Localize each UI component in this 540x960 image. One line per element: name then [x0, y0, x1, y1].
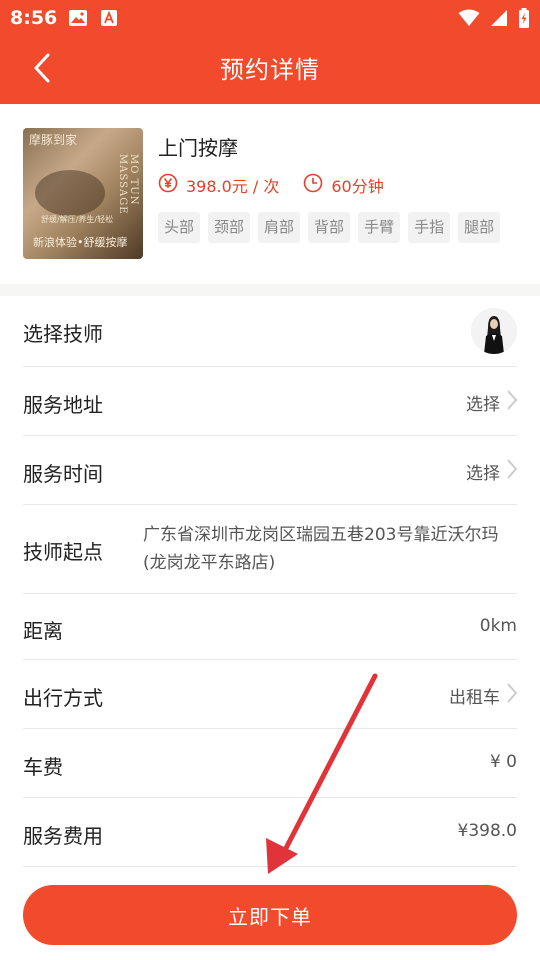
time-value: 选择: [466, 464, 500, 484]
tag-item: 腿部: [458, 212, 501, 243]
product-image: 摩豚到家 MO TUN MASSAGE 舒缓/解压/养生/轻松 新浪体验•舒缓按…: [23, 128, 143, 259]
page-title: 预约详情: [220, 56, 320, 84]
tag-item: 手指: [408, 212, 451, 243]
distance-label: 距离: [23, 619, 63, 643]
technician-label: 选择技师: [23, 322, 103, 346]
chevron-right-icon: [506, 458, 518, 485]
status-right-icons: [458, 8, 530, 32]
technician-row[interactable]: 选择技师: [0, 296, 540, 367]
tag-item: 肩部: [258, 212, 301, 243]
fee-row: 服务费用 ¥398.0: [0, 798, 540, 867]
product-image-figure: [35, 170, 105, 216]
tag-item: 颈部: [208, 212, 251, 243]
fare-text: ¥ 0: [489, 752, 517, 772]
price-text: 398.0元 / 次: [186, 177, 280, 196]
fare-row: 车费 ¥ 0: [0, 729, 540, 798]
battery-icon: [518, 8, 530, 32]
travel-row[interactable]: 出行方式 出租车: [0, 660, 540, 729]
time-label: 服务时间: [23, 462, 103, 486]
technician-avatar[interactable]: [471, 308, 517, 354]
fare-label: 车费: [23, 755, 63, 779]
status-bar: 8:56: [0, 0, 540, 36]
price-segment: 398.0元 / 次: [158, 173, 279, 197]
distance-value: 0km: [480, 616, 517, 636]
product-image-small-text: 舒缓/解压/养生/轻松: [41, 215, 114, 224]
text-a-icon: [100, 9, 118, 31]
fee-value: ¥398.0: [458, 821, 517, 841]
clock-icon: [303, 173, 323, 197]
tag-item: 头部: [158, 212, 201, 243]
fee-label: 服务费用: [23, 824, 103, 848]
travel-select[interactable]: 出租车: [449, 682, 518, 709]
tag-list: 头部 颈部 肩部 背部 手臂 手指 腿部: [158, 212, 501, 243]
address-row[interactable]: 服务地址 选择: [0, 367, 540, 436]
product-name: 上门按摩: [158, 136, 238, 160]
time-select[interactable]: 选择: [466, 458, 518, 485]
submit-order-button[interactable]: 立即下单: [23, 885, 517, 945]
travel-value: 出租车: [449, 688, 500, 708]
address-value: 选择: [466, 395, 500, 415]
tag-item: 背部: [308, 212, 351, 243]
status-time: 8:56: [10, 7, 58, 29]
address-label: 服务地址: [23, 393, 103, 417]
tag-item: 手臂: [358, 212, 401, 243]
price-row: 398.0元 / 次 60分钟: [158, 173, 384, 197]
address-select[interactable]: 选择: [466, 389, 518, 416]
section-divider: [0, 284, 540, 296]
fee-text: ¥398.0: [457, 821, 517, 841]
travel-label: 出行方式: [23, 686, 103, 710]
product-image-bottom-text: 新浪体验•舒缓按摩: [33, 236, 128, 249]
product-image-title: 摩豚到家: [29, 133, 78, 147]
start-point-row: 技师起点 广东省深圳市龙岗区瑞园五巷203号靠近沃尔玛(龙岗龙平东路店): [0, 505, 540, 594]
duration-segment: 60分钟: [303, 173, 384, 197]
chevron-right-icon: [506, 682, 518, 709]
gallery-icon: [68, 9, 88, 31]
duration-text: 60分钟: [331, 177, 384, 196]
time-row[interactable]: 服务时间 选择: [0, 436, 540, 505]
start-point-label: 技师起点: [23, 540, 103, 564]
product-card: 摩豚到家 MO TUN MASSAGE 舒缓/解压/养生/轻松 新浪体验•舒缓按…: [0, 104, 540, 284]
wifi-icon: [458, 9, 480, 31]
fare-value: ¥ 0: [490, 752, 517, 772]
nav-bar: 预约详情: [0, 36, 540, 104]
status-left-icons: [68, 9, 118, 31]
distance-text: 0km: [479, 616, 517, 636]
cellular-icon: [490, 9, 508, 31]
start-point-address: 广东省深圳市龙岗区瑞园五巷203号靠近沃尔玛(龙岗龙平东路店): [143, 525, 499, 573]
row-divider: [23, 866, 517, 867]
distance-row: 距离 0km: [0, 594, 540, 660]
yuan-icon: [158, 173, 178, 197]
chevron-right-icon: [506, 389, 518, 416]
